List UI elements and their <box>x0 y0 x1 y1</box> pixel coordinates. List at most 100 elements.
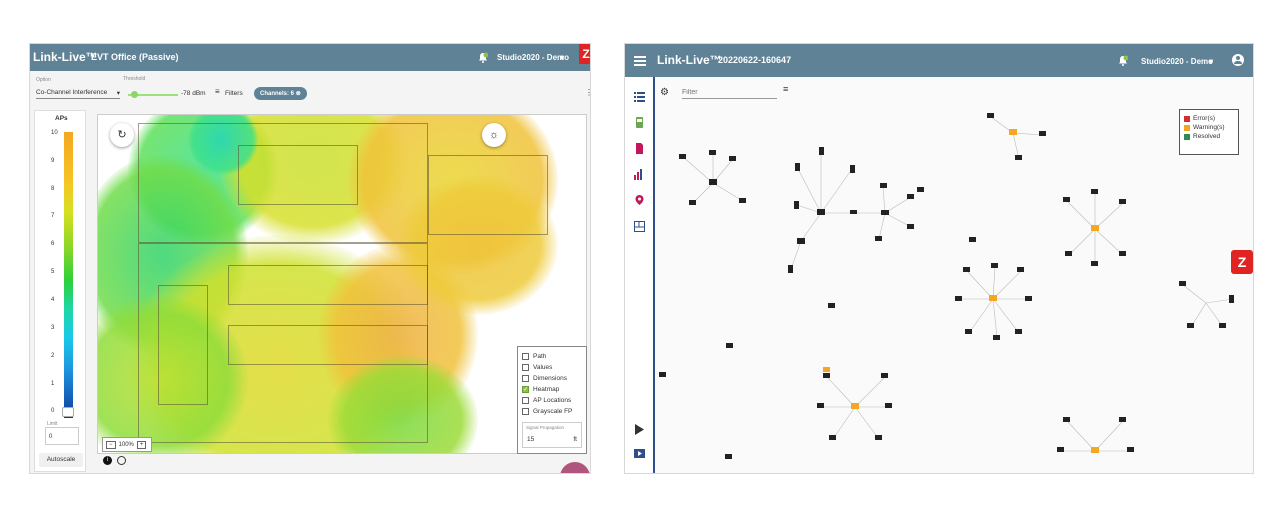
signal-propagation-field[interactable]: Signal Propagation 15 ft <box>522 422 582 448</box>
floorplan-wall <box>158 285 208 405</box>
signal-prop-label: Signal Propagation <box>526 425 565 430</box>
legend-resolved: Resolved <box>1184 133 1234 140</box>
topology-canvas[interactable] <box>657 77 1253 473</box>
account-menu[interactable]: Studio2020 - Demo <box>497 53 569 62</box>
option-dimensions[interactable]: Dimensions <box>522 373 582 384</box>
info-icon[interactable]: i <box>103 456 112 465</box>
filter-icon[interactable]: ≡ <box>215 87 220 96</box>
signal-prop-unit: ft <box>573 436 577 443</box>
option-path[interactable]: Path <box>522 351 582 362</box>
option-label: Heatmap <box>533 386 560 393</box>
brand-z-logo[interactable]: Z <box>1231 250 1253 274</box>
scale-tick: 5 <box>51 269 55 275</box>
option-label: Path <box>533 353 547 360</box>
checkbox[interactable] <box>522 353 529 360</box>
checkbox-checked[interactable]: ✓ <box>522 386 529 393</box>
chevron-down-icon[interactable]: ▾ <box>560 53 564 62</box>
test-title: 20220622-160647 <box>718 55 792 65</box>
checkbox[interactable] <box>522 364 529 371</box>
option-heatmap[interactable]: ✓ Heatmap <box>522 384 582 395</box>
legend-label: Resolved <box>1193 133 1221 140</box>
filters-button[interactable]: Filters <box>225 90 243 97</box>
scale-tick: 10 <box>51 130 58 136</box>
zoom-level: 100% <box>118 441 134 448</box>
user-avatar-icon[interactable] <box>1232 54 1244 66</box>
option-label: AP Locations <box>533 397 572 404</box>
limit-input[interactable]: 0 <box>45 427 79 445</box>
floorplan-wall <box>238 145 358 205</box>
floorplan-heatmap[interactable]: ↻ ☼ − 100% + <box>97 114 587 454</box>
legend-error: Error(s) <box>1184 115 1234 122</box>
threshold-slider-knob[interactable] <box>131 91 138 98</box>
option-values[interactable]: Values <box>522 362 582 373</box>
project-title: EVT Office (Passive) <box>91 52 179 62</box>
scale-tick: 3 <box>51 325 55 331</box>
checkbox[interactable] <box>522 397 529 404</box>
refresh-icon[interactable]: ↻ <box>110 123 134 147</box>
option-label: Option <box>36 77 51 83</box>
scale-tick: 8 <box>51 186 55 192</box>
play-icon[interactable] <box>634 422 645 435</box>
threshold-value: -78 dBm <box>181 90 206 97</box>
channels-chip-label: Channels: 6 <box>260 91 295 97</box>
account-menu[interactable]: Studio2020 - Demo <box>1141 57 1213 66</box>
threshold-label: Threshold <box>123 76 146 82</box>
scale-handle[interactable] <box>62 407 74 417</box>
color-scale <box>64 132 73 418</box>
legend-warning: Warning(s) <box>1184 124 1234 131</box>
bar-chart-icon[interactable] <box>634 167 645 180</box>
floorplan-wall <box>428 155 548 235</box>
more-icon[interactable]: ⋮ <box>585 88 590 97</box>
scale-tick: 6 <box>51 241 55 247</box>
floorplan-icon[interactable] <box>634 219 645 232</box>
warning-swatch <box>1184 124 1190 131</box>
signal-prop-value: 15 <box>527 436 535 443</box>
network-topology-graph <box>659 113 1234 459</box>
option-ap-locations[interactable]: AP Locations <box>522 395 582 406</box>
checkbox[interactable] <box>522 408 529 415</box>
ap-count-legend: APs 10 9 8 7 6 5 4 3 2 1 0 Limit 0 Autos… <box>34 110 86 472</box>
video-icon[interactable] <box>634 446 645 458</box>
list-icon[interactable] <box>634 89 645 102</box>
legend-label: Error(s) <box>1193 115 1216 122</box>
option-grayscale-fp[interactable]: Grayscale FP <box>522 406 582 417</box>
channels-chip[interactable]: Channels: 6 ⊗ <box>254 87 307 100</box>
status-legend: Error(s) Warning(s) Resolved <box>1179 109 1239 155</box>
brand-logo: Link-Live™ <box>657 53 722 67</box>
option-label: Values <box>533 364 553 371</box>
map-options-panel: Path Values Dimensions ✓ Heatmap AP Locat… <box>517 346 587 454</box>
lightbulb-icon[interactable]: ☼ <box>482 123 506 147</box>
zoom-control: − 100% + <box>102 437 152 452</box>
zoom-in-button[interactable]: + <box>136 440 147 449</box>
option-select[interactable]: Co-Channel Interference ▾ <box>36 89 120 99</box>
floorplan-wall <box>228 265 428 305</box>
document-icon[interactable] <box>634 141 645 154</box>
option-label: Dimensions <box>533 375 567 382</box>
bell-icon[interactable] <box>478 52 488 63</box>
reset-view-icon[interactable] <box>117 456 126 465</box>
scale-tick: 9 <box>51 158 55 164</box>
scale-tick: 7 <box>51 213 55 219</box>
left-nav-rail <box>625 77 655 473</box>
option-label: Grayscale FP <box>533 408 573 415</box>
tester-device-icon[interactable] <box>634 115 645 128</box>
brand-logo: Link-Live™ <box>33 50 98 64</box>
scale-tick: 1 <box>51 381 55 387</box>
scale-tick: 0 <box>51 408 55 414</box>
zoom-out-button[interactable]: − <box>106 440 116 449</box>
error-swatch <box>1184 115 1190 122</box>
bell-icon[interactable] <box>1118 55 1128 66</box>
option-value: Co-Channel Interference <box>36 89 108 96</box>
checkbox[interactable] <box>522 375 529 382</box>
chevron-down-icon[interactable]: ▾ <box>1209 57 1213 66</box>
fab-button[interactable] <box>560 462 590 473</box>
dropdown-arrow-icon: ▾ <box>116 90 120 97</box>
close-icon[interactable]: ⊗ <box>296 91 301 97</box>
scale-tick: 2 <box>51 353 55 359</box>
menu-icon[interactable] <box>634 56 646 66</box>
heatmap-window: Link-Live™ EVT Office (Passive) Studio20… <box>29 43 591 474</box>
app-header: Link-Live™ EVT Office (Passive) Studio20… <box>30 44 590 71</box>
resolved-swatch <box>1184 133 1190 140</box>
autoscale-button[interactable]: Autoscale <box>39 453 83 467</box>
map-pin-icon[interactable] <box>634 193 645 205</box>
